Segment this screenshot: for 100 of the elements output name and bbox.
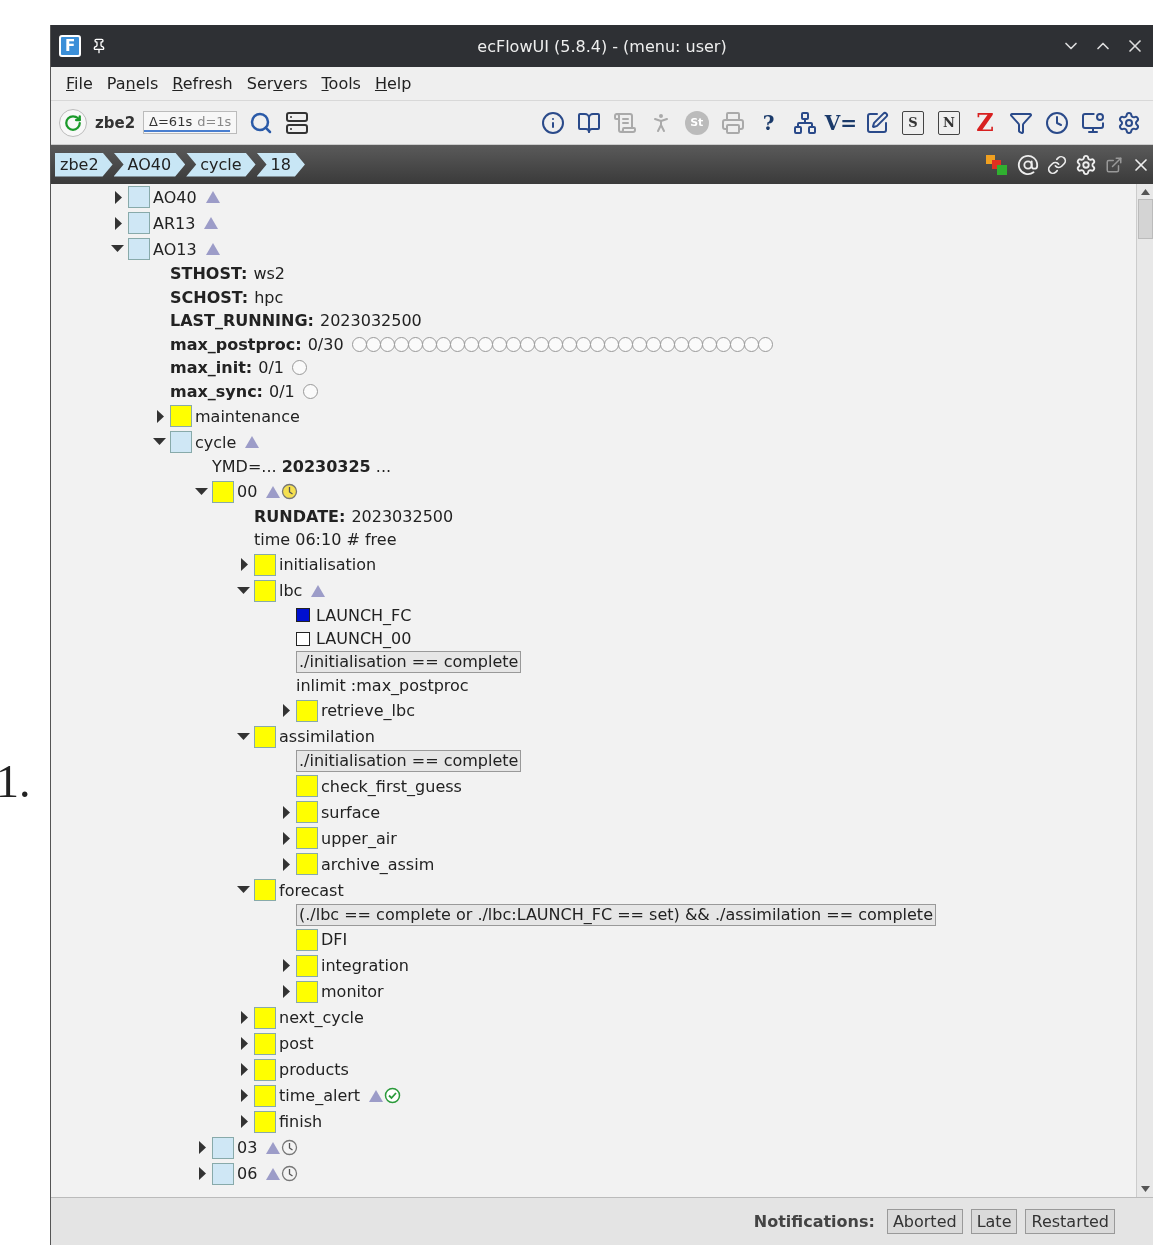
triangle-icon	[265, 1166, 282, 1181]
node-name[interactable]: products	[279, 1060, 349, 1079]
node-name[interactable]: assimilation	[279, 727, 375, 746]
collapse-arrow-icon[interactable]	[111, 245, 124, 253]
node-name[interactable]: surface	[321, 802, 381, 822]
toolbar-button[interactable]: ?	[752, 106, 785, 139]
expand-arrow-icon[interactable]	[283, 831, 290, 845]
monitor-icon[interactable]	[1081, 110, 1105, 135]
breadcrumb-item[interactable]: AO40	[113, 152, 186, 177]
expand-arrow-icon[interactable]	[283, 805, 290, 819]
scroll-down-icon[interactable]	[1140, 1186, 1150, 1192]
node-name[interactable]: initialisation	[279, 555, 377, 574]
server-name: zbe2	[94, 113, 137, 132]
node-name[interactable]: monitor	[321, 982, 384, 1001]
book-icon[interactable]	[576, 110, 601, 135]
node-name[interactable]: cycle	[195, 432, 237, 452]
pin-icon[interactable]	[91, 38, 107, 54]
expand-arrow-icon[interactable]	[241, 1011, 248, 1024]
collapse-arrow-icon[interactable]	[237, 886, 250, 894]
toolbar-button[interactable]: N	[938, 110, 960, 135]
expand-arrow-icon[interactable]	[283, 959, 290, 972]
edit-icon[interactable]	[865, 110, 889, 135]
collapse-arrow-icon[interactable]	[237, 732, 250, 741]
refresh-icon[interactable]	[64, 113, 82, 132]
link-icon[interactable]	[1047, 154, 1067, 175]
expand-arrow-icon[interactable]	[115, 190, 122, 204]
detach-icon[interactable]	[1105, 155, 1123, 174]
node-name[interactable]: finish	[279, 1112, 323, 1131]
triangle-icon	[244, 435, 261, 449]
limit-slots-icon	[302, 383, 317, 399]
node-squares-icon[interactable]	[985, 153, 1009, 176]
event-name: LAUNCH_FC	[316, 605, 412, 625]
node-name[interactable]: DFI	[321, 930, 348, 949]
clock-icon[interactable]	[1045, 110, 1069, 135]
node-name[interactable]: upper_air	[321, 828, 397, 848]
node-name[interactable]: maintenance	[195, 406, 300, 426]
menu-item[interactable]: Panels	[101, 71, 164, 96]
node-name[interactable]: 06	[237, 1164, 258, 1183]
node-name[interactable]: forecast	[279, 880, 344, 900]
node-name[interactable]: AR13	[153, 213, 196, 233]
toolbar-button[interactable]: S	[902, 110, 924, 135]
collapse-arrow-icon[interactable]	[153, 438, 166, 446]
node-name[interactable]: post	[279, 1034, 314, 1053]
variable-text: STHOST: ws2	[170, 264, 285, 284]
node-name[interactable]: check_first_guess	[321, 776, 462, 796]
node-name[interactable]: 00	[237, 482, 258, 501]
node-name[interactable]: AO40	[153, 187, 197, 207]
server-icon[interactable]	[285, 110, 310, 135]
menu-item[interactable]: Servers	[241, 71, 313, 96]
filter-icon[interactable]	[1009, 110, 1033, 135]
notification-button[interactable]: Late	[970, 1209, 1018, 1234]
scrollbar[interactable]	[1136, 184, 1153, 1197]
collapse-arrow-icon[interactable]	[237, 586, 250, 595]
node-name[interactable]: 03	[237, 1138, 258, 1157]
search-icon[interactable]	[249, 110, 274, 135]
breadcrumb-item[interactable]: zbe2	[55, 152, 113, 177]
collapse-arrow-icon[interactable]	[195, 487, 208, 496]
node-name[interactable]: integration	[321, 956, 409, 975]
menu-item[interactable]: Help	[369, 71, 417, 96]
menu-item[interactable]: Tools	[316, 71, 366, 96]
node-name[interactable]: time_alert	[279, 1086, 361, 1105]
expand-arrow-icon[interactable]	[241, 558, 248, 571]
expand-arrow-icon[interactable]	[283, 857, 290, 871]
expand-arrow-icon[interactable]	[199, 1141, 206, 1154]
node-name[interactable]: archive_assim	[321, 854, 435, 874]
page-number: 1.	[0, 755, 31, 807]
breadcrumb-item[interactable]: 18	[256, 152, 305, 177]
expand-arrow-icon[interactable]	[241, 1037, 248, 1050]
node-name[interactable]: retrieve_lbc	[321, 701, 415, 720]
menu-item[interactable]: File	[61, 71, 98, 96]
scroll-up-icon[interactable]	[1140, 189, 1150, 195]
clock-icon	[281, 1139, 299, 1156]
limit-slots-icon	[291, 360, 306, 376]
menu-item[interactable]: Refresh	[167, 71, 238, 96]
notification-button[interactable]: Aborted	[886, 1209, 963, 1234]
expand-arrow-icon[interactable]	[283, 985, 290, 998]
hierarchy-icon[interactable]	[792, 110, 817, 135]
node-name[interactable]: lbc	[279, 581, 303, 600]
toolbar-button[interactable]: Z	[969, 106, 1001, 139]
expand-arrow-icon[interactable]	[283, 704, 290, 717]
expand-arrow-icon[interactable]	[157, 409, 164, 423]
refresh-button[interactable]	[59, 108, 87, 137]
expand-arrow-icon[interactable]	[115, 216, 122, 230]
node-name[interactable]: AO13	[153, 239, 197, 259]
toolbar-button[interactable]: V=	[824, 106, 857, 139]
node-name[interactable]: next_cycle	[279, 1008, 364, 1027]
settings-icon[interactable]	[1117, 110, 1141, 135]
expand-arrow-icon[interactable]	[241, 1063, 248, 1076]
info-icon[interactable]	[540, 110, 565, 135]
notifications-label: Notifications:	[753, 1212, 875, 1231]
expand-arrow-icon[interactable]	[241, 1115, 248, 1128]
expand-arrow-icon[interactable]	[241, 1089, 248, 1102]
at-icon[interactable]	[1017, 153, 1039, 176]
breadcrumb-item[interactable]: cycle	[186, 152, 256, 177]
variable-text: LAST_RUNNING: 2023032500	[170, 311, 422, 331]
notification-button[interactable]: Restarted	[1025, 1209, 1115, 1234]
limit-slots-icon	[351, 336, 772, 352]
settings-icon[interactable]	[1075, 153, 1097, 176]
scroll-thumb[interactable]	[1137, 199, 1153, 239]
expand-arrow-icon[interactable]	[199, 1167, 206, 1180]
